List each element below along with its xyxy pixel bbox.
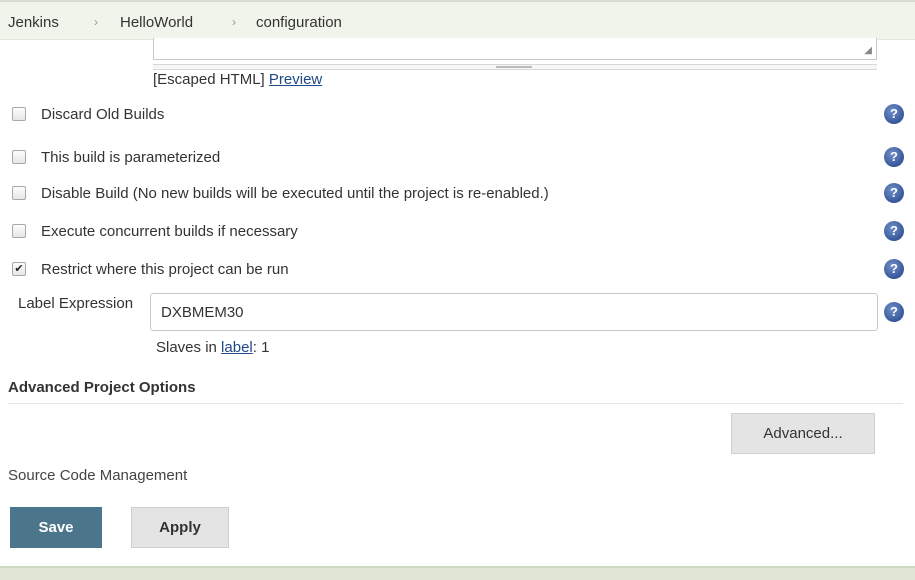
discard-old-builds-checkbox[interactable] bbox=[12, 107, 26, 121]
slaves-prefix: Slaves in bbox=[156, 339, 222, 356]
option-discard-old-builds: Discard Old Builds bbox=[12, 103, 902, 127]
slaves-count: : 1 bbox=[252, 339, 270, 356]
description-textarea[interactable]: ◢ bbox=[153, 38, 877, 60]
save-button[interactable]: Save bbox=[10, 507, 102, 548]
restrict-project-checkbox[interactable]: ✔ bbox=[12, 262, 26, 276]
apply-button[interactable]: Apply bbox=[131, 507, 229, 548]
section-divider bbox=[8, 403, 903, 404]
label-expression-label: Label Expression bbox=[18, 295, 134, 312]
parameterized-checkbox[interactable] bbox=[12, 150, 26, 164]
breadcrumb-jenkins[interactable]: Jenkins bbox=[8, 14, 59, 31]
option-disable-build: Disable Build (No new builds will be exe… bbox=[12, 182, 902, 206]
breadcrumb-project[interactable]: HelloWorld bbox=[120, 14, 193, 31]
textarea-splitter[interactable] bbox=[153, 64, 877, 70]
disable-build-checkbox[interactable] bbox=[12, 186, 26, 200]
label-expression-input[interactable] bbox=[150, 293, 878, 331]
checkmark-icon: ✔ bbox=[14, 263, 24, 275]
help-icon[interactable]: ? bbox=[884, 221, 904, 241]
help-icon[interactable]: ? bbox=[884, 302, 904, 322]
breadcrumb: Jenkins › HelloWorld › configuration bbox=[0, 0, 915, 40]
option-label: Execute concurrent builds if necessary bbox=[41, 223, 298, 240]
help-icon[interactable]: ? bbox=[884, 183, 904, 203]
footer-bar bbox=[0, 566, 915, 580]
advanced-project-options-title: Advanced Project Options bbox=[8, 379, 196, 396]
option-parameterized: This build is parameterized bbox=[12, 146, 902, 170]
splitter-handle-icon[interactable] bbox=[496, 66, 532, 68]
help-icon[interactable]: ? bbox=[884, 259, 904, 279]
option-label: This build is parameterized bbox=[41, 149, 221, 166]
option-restrict-project: ✔ Restrict where this project can be run bbox=[12, 258, 902, 282]
markup-formatter-label: [Escaped HTML] bbox=[153, 71, 265, 88]
resize-grip-icon[interactable]: ◢ bbox=[864, 46, 872, 56]
breadcrumb-configuration[interactable]: configuration bbox=[256, 14, 342, 31]
option-label: Disable Build (No new builds will be exe… bbox=[41, 185, 549, 202]
preview-link[interactable]: Preview bbox=[269, 71, 322, 88]
slaves-info: Slaves in label: 1 bbox=[156, 339, 269, 356]
source-code-management-title: Source Code Management bbox=[8, 467, 188, 484]
help-icon[interactable]: ? bbox=[884, 104, 904, 124]
help-icon[interactable]: ? bbox=[884, 147, 904, 167]
label-link[interactable]: label bbox=[221, 339, 253, 356]
breadcrumb-separator: › bbox=[232, 15, 236, 29]
option-label: Restrict where this project can be run bbox=[41, 261, 289, 278]
option-concurrent-builds: Execute concurrent builds if necessary bbox=[12, 220, 902, 244]
option-label: Discard Old Builds bbox=[41, 106, 165, 123]
breadcrumb-separator: › bbox=[94, 15, 98, 29]
concurrent-builds-checkbox[interactable] bbox=[12, 224, 26, 238]
markup-formatter-info: [Escaped HTML] Preview bbox=[153, 71, 322, 88]
advanced-button[interactable]: Advanced... bbox=[731, 413, 875, 454]
